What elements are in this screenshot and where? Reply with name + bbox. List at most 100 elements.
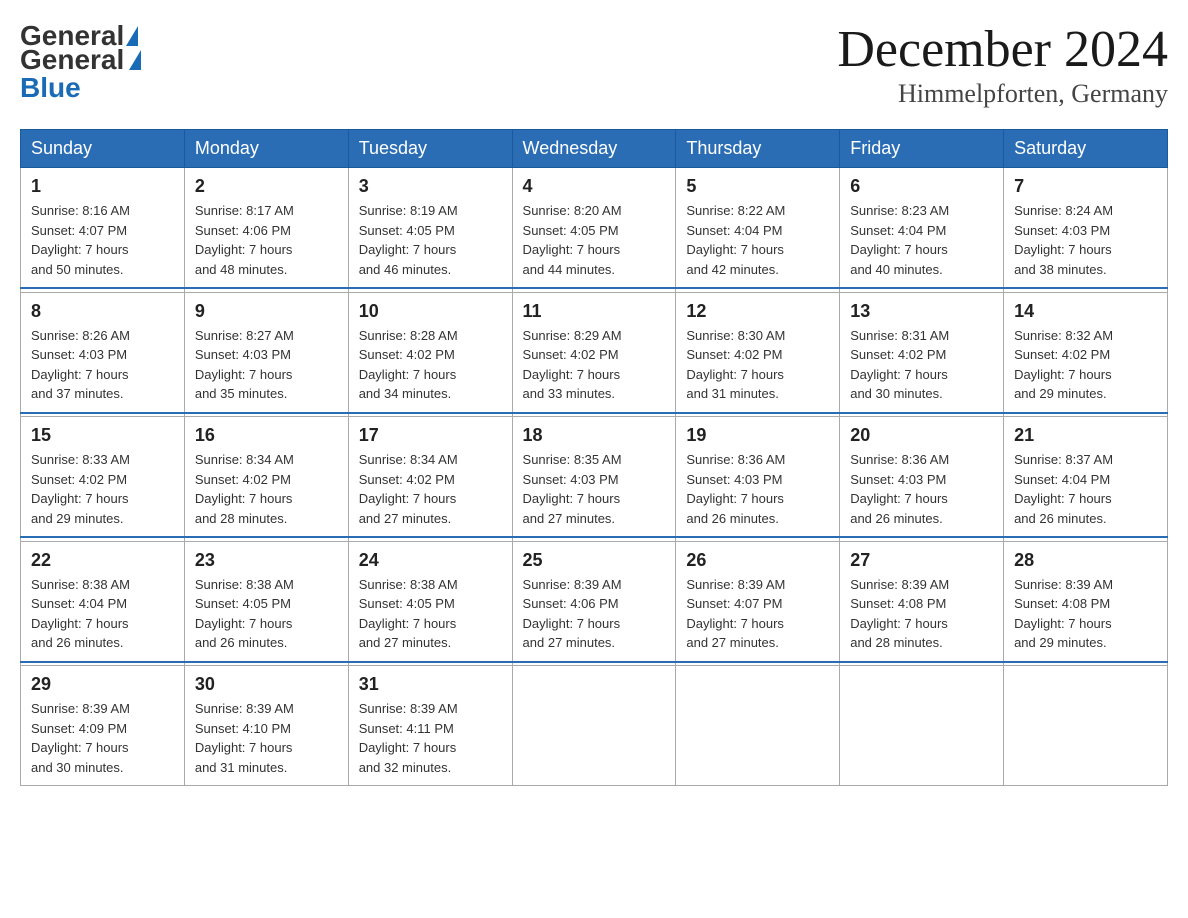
day-info: Sunrise: 8:32 AM Sunset: 4:02 PM Dayligh… — [1014, 326, 1157, 404]
calendar-cell: 4 Sunrise: 8:20 AM Sunset: 4:05 PM Dayli… — [512, 168, 676, 289]
day-number: 11 — [523, 301, 666, 322]
day-number: 28 — [1014, 550, 1157, 571]
day-info: Sunrise: 8:27 AM Sunset: 4:03 PM Dayligh… — [195, 326, 338, 404]
day-number: 5 — [686, 176, 829, 197]
day-number: 7 — [1014, 176, 1157, 197]
header-monday: Monday — [184, 130, 348, 168]
day-info: Sunrise: 8:38 AM Sunset: 4:05 PM Dayligh… — [195, 575, 338, 653]
calendar-week-5: 29 Sunrise: 8:39 AM Sunset: 4:09 PM Dayl… — [21, 666, 1168, 786]
day-info: Sunrise: 8:28 AM Sunset: 4:02 PM Dayligh… — [359, 326, 502, 404]
day-info: Sunrise: 8:39 AM Sunset: 4:06 PM Dayligh… — [523, 575, 666, 653]
calendar-cell: 2 Sunrise: 8:17 AM Sunset: 4:06 PM Dayli… — [184, 168, 348, 289]
day-number: 8 — [31, 301, 174, 322]
calendar-cell: 28 Sunrise: 8:39 AM Sunset: 4:08 PM Dayl… — [1004, 541, 1168, 662]
day-number: 31 — [359, 674, 502, 695]
day-info: Sunrise: 8:34 AM Sunset: 4:02 PM Dayligh… — [195, 450, 338, 528]
day-number: 25 — [523, 550, 666, 571]
calendar-week-3: 15 Sunrise: 8:33 AM Sunset: 4:02 PM Dayl… — [21, 417, 1168, 538]
day-info: Sunrise: 8:19 AM Sunset: 4:05 PM Dayligh… — [359, 201, 502, 279]
logo: General General Blue — [20, 20, 144, 104]
day-number: 13 — [850, 301, 993, 322]
page-header: General General Blue December 2024 Himme… — [20, 20, 1168, 109]
calendar-cell: 16 Sunrise: 8:34 AM Sunset: 4:02 PM Dayl… — [184, 417, 348, 538]
calendar-header-row: Sunday Monday Tuesday Wednesday Thursday… — [21, 130, 1168, 168]
day-number: 9 — [195, 301, 338, 322]
calendar-cell: 15 Sunrise: 8:33 AM Sunset: 4:02 PM Dayl… — [21, 417, 185, 538]
logo-icon — [129, 50, 141, 70]
day-info: Sunrise: 8:36 AM Sunset: 4:03 PM Dayligh… — [850, 450, 993, 528]
day-number: 6 — [850, 176, 993, 197]
calendar-table: Sunday Monday Tuesday Wednesday Thursday… — [20, 129, 1168, 786]
day-number: 1 — [31, 176, 174, 197]
calendar-cell: 23 Sunrise: 8:38 AM Sunset: 4:05 PM Dayl… — [184, 541, 348, 662]
logo-blue-text: Blue — [20, 72, 81, 103]
day-number: 20 — [850, 425, 993, 446]
calendar-cell: 3 Sunrise: 8:19 AM Sunset: 4:05 PM Dayli… — [348, 168, 512, 289]
day-info: Sunrise: 8:23 AM Sunset: 4:04 PM Dayligh… — [850, 201, 993, 279]
day-info: Sunrise: 8:24 AM Sunset: 4:03 PM Dayligh… — [1014, 201, 1157, 279]
day-info: Sunrise: 8:39 AM Sunset: 4:09 PM Dayligh… — [31, 699, 174, 777]
day-number: 18 — [523, 425, 666, 446]
calendar-cell: 13 Sunrise: 8:31 AM Sunset: 4:02 PM Dayl… — [840, 292, 1004, 413]
day-number: 17 — [359, 425, 502, 446]
day-number: 3 — [359, 176, 502, 197]
calendar-cell: 9 Sunrise: 8:27 AM Sunset: 4:03 PM Dayli… — [184, 292, 348, 413]
calendar-cell: 5 Sunrise: 8:22 AM Sunset: 4:04 PM Dayli… — [676, 168, 840, 289]
calendar-cell: 14 Sunrise: 8:32 AM Sunset: 4:02 PM Dayl… — [1004, 292, 1168, 413]
day-number: 27 — [850, 550, 993, 571]
day-info: Sunrise: 8:39 AM Sunset: 4:08 PM Dayligh… — [1014, 575, 1157, 653]
header-friday: Friday — [840, 130, 1004, 168]
calendar-cell: 7 Sunrise: 8:24 AM Sunset: 4:03 PM Dayli… — [1004, 168, 1168, 289]
day-info: Sunrise: 8:30 AM Sunset: 4:02 PM Dayligh… — [686, 326, 829, 404]
header-thursday: Thursday — [676, 130, 840, 168]
calendar-cell: 18 Sunrise: 8:35 AM Sunset: 4:03 PM Dayl… — [512, 417, 676, 538]
day-info: Sunrise: 8:39 AM Sunset: 4:11 PM Dayligh… — [359, 699, 502, 777]
calendar-cell: 22 Sunrise: 8:38 AM Sunset: 4:04 PM Dayl… — [21, 541, 185, 662]
day-info: Sunrise: 8:35 AM Sunset: 4:03 PM Dayligh… — [523, 450, 666, 528]
day-number: 29 — [31, 674, 174, 695]
day-info: Sunrise: 8:39 AM Sunset: 4:07 PM Dayligh… — [686, 575, 829, 653]
calendar-cell — [840, 666, 1004, 786]
calendar-cell: 10 Sunrise: 8:28 AM Sunset: 4:02 PM Dayl… — [348, 292, 512, 413]
month-title: December 2024 — [837, 20, 1168, 79]
calendar-cell: 21 Sunrise: 8:37 AM Sunset: 4:04 PM Dayl… — [1004, 417, 1168, 538]
calendar-cell: 8 Sunrise: 8:26 AM Sunset: 4:03 PM Dayli… — [21, 292, 185, 413]
day-info: Sunrise: 8:20 AM Sunset: 4:05 PM Dayligh… — [523, 201, 666, 279]
day-info: Sunrise: 8:22 AM Sunset: 4:04 PM Dayligh… — [686, 201, 829, 279]
day-number: 2 — [195, 176, 338, 197]
calendar-cell: 12 Sunrise: 8:30 AM Sunset: 4:02 PM Dayl… — [676, 292, 840, 413]
calendar-cell: 20 Sunrise: 8:36 AM Sunset: 4:03 PM Dayl… — [840, 417, 1004, 538]
day-info: Sunrise: 8:38 AM Sunset: 4:04 PM Dayligh… — [31, 575, 174, 653]
calendar-cell: 31 Sunrise: 8:39 AM Sunset: 4:11 PM Dayl… — [348, 666, 512, 786]
calendar-cell: 17 Sunrise: 8:34 AM Sunset: 4:02 PM Dayl… — [348, 417, 512, 538]
day-number: 30 — [195, 674, 338, 695]
day-info: Sunrise: 8:34 AM Sunset: 4:02 PM Dayligh… — [359, 450, 502, 528]
calendar-week-2: 8 Sunrise: 8:26 AM Sunset: 4:03 PM Dayli… — [21, 292, 1168, 413]
day-info: Sunrise: 8:39 AM Sunset: 4:10 PM Dayligh… — [195, 699, 338, 777]
calendar-cell: 1 Sunrise: 8:16 AM Sunset: 4:07 PM Dayli… — [21, 168, 185, 289]
day-number: 23 — [195, 550, 338, 571]
day-number: 12 — [686, 301, 829, 322]
day-info: Sunrise: 8:39 AM Sunset: 4:08 PM Dayligh… — [850, 575, 993, 653]
day-info: Sunrise: 8:33 AM Sunset: 4:02 PM Dayligh… — [31, 450, 174, 528]
day-number: 4 — [523, 176, 666, 197]
header-tuesday: Tuesday — [348, 130, 512, 168]
day-number: 21 — [1014, 425, 1157, 446]
day-info: Sunrise: 8:16 AM Sunset: 4:07 PM Dayligh… — [31, 201, 174, 279]
day-info: Sunrise: 8:26 AM Sunset: 4:03 PM Dayligh… — [31, 326, 174, 404]
calendar-cell: 25 Sunrise: 8:39 AM Sunset: 4:06 PM Dayl… — [512, 541, 676, 662]
day-info: Sunrise: 8:17 AM Sunset: 4:06 PM Dayligh… — [195, 201, 338, 279]
header-sunday: Sunday — [21, 130, 185, 168]
day-number: 15 — [31, 425, 174, 446]
header-saturday: Saturday — [1004, 130, 1168, 168]
calendar-cell: 27 Sunrise: 8:39 AM Sunset: 4:08 PM Dayl… — [840, 541, 1004, 662]
day-number: 10 — [359, 301, 502, 322]
logo-triangle-icon — [126, 26, 138, 46]
day-number: 14 — [1014, 301, 1157, 322]
day-info: Sunrise: 8:37 AM Sunset: 4:04 PM Dayligh… — [1014, 450, 1157, 528]
calendar-week-1: 1 Sunrise: 8:16 AM Sunset: 4:07 PM Dayli… — [21, 168, 1168, 289]
day-info: Sunrise: 8:29 AM Sunset: 4:02 PM Dayligh… — [523, 326, 666, 404]
day-number: 24 — [359, 550, 502, 571]
calendar-week-4: 22 Sunrise: 8:38 AM Sunset: 4:04 PM Dayl… — [21, 541, 1168, 662]
day-number: 22 — [31, 550, 174, 571]
